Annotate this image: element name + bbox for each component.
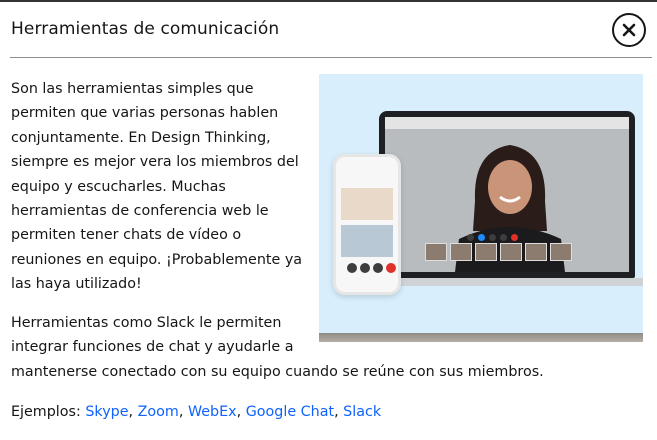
modal-header: Herramientas de comunicación [0, 2, 657, 58]
examples-label: Ejemplos: [11, 404, 86, 420]
window-titlebar [385, 117, 629, 129]
participant-thumbnail [525, 243, 547, 261]
participant-thumbnail [425, 243, 447, 261]
separator: , [334, 404, 344, 420]
call-controls [467, 234, 518, 241]
control-dot [478, 234, 485, 241]
paragraph-line: integrar funciones de chat y ayudarle a [11, 339, 294, 356]
separator: , [128, 404, 138, 420]
modal-title: Herramientas de comunicación [11, 19, 280, 39]
participant-thumbnail [475, 243, 497, 261]
participant-thumbnail [500, 243, 522, 261]
video-conference-illustration [319, 74, 643, 342]
separator: , [236, 404, 246, 420]
slack-link[interactable]: Slack [343, 404, 381, 420]
paragraph-line: mantenerse conectado con su equipo cuand… [11, 363, 544, 380]
laptop-base [365, 278, 643, 286]
slack-paragraph: Herramientas como Slack le permiten inte… [11, 311, 651, 384]
phone-illustration [333, 154, 401, 295]
paragraph-line: reuniones en equipo. ¡Probablemente ya [11, 251, 303, 268]
paragraph-line: permiten que varias personas hablen [11, 105, 279, 122]
participant-strip [425, 243, 605, 261]
control-dot [489, 234, 496, 241]
control-dot [347, 263, 357, 273]
examples-line: Ejemplos: Skype, Zoom, WebEx, Google Cha… [11, 400, 651, 424]
header-divider [10, 57, 652, 58]
paragraph-line: Herramientas como Slack le permiten [11, 315, 282, 331]
paragraph-line: herramientas de conferencia web le [11, 203, 269, 220]
control-dot [373, 263, 383, 273]
paragraph-line: Son las herramientas simples que [11, 81, 254, 97]
zoom-link[interactable]: Zoom [138, 404, 179, 420]
participant-thumbnail [450, 243, 472, 261]
control-dot [386, 263, 396, 273]
phone-video-tile [341, 188, 393, 220]
laptop-illustration [379, 111, 635, 278]
close-icon [622, 23, 636, 37]
webex-link[interactable]: WebEx [188, 404, 237, 420]
skype-link[interactable]: Skype [85, 404, 128, 420]
phone-video-tile [341, 225, 393, 257]
control-dot [500, 234, 507, 241]
control-dot [360, 263, 370, 273]
intro-paragraph: Son las herramientas simples que permite… [11, 77, 311, 297]
participant-thumbnail [550, 243, 572, 261]
paragraph-line: siempre es mejor vera los miembros del [11, 154, 299, 171]
paragraph-line: permiten tener chats de vídeo o [11, 227, 242, 244]
paragraph-line: equipo y escucharles. Muchas [11, 178, 226, 195]
laptop-screen [385, 117, 629, 272]
close-button[interactable] [612, 13, 646, 47]
separator: , [178, 404, 188, 420]
phone-call-controls [347, 263, 396, 273]
control-dot [511, 234, 518, 241]
paragraph-line: conjuntamente. En Design Thinking, [11, 129, 271, 146]
paragraph-line: las haya utilizado! [11, 276, 142, 293]
control-dot [467, 234, 474, 241]
google-chat-link[interactable]: Google Chat [246, 404, 334, 420]
